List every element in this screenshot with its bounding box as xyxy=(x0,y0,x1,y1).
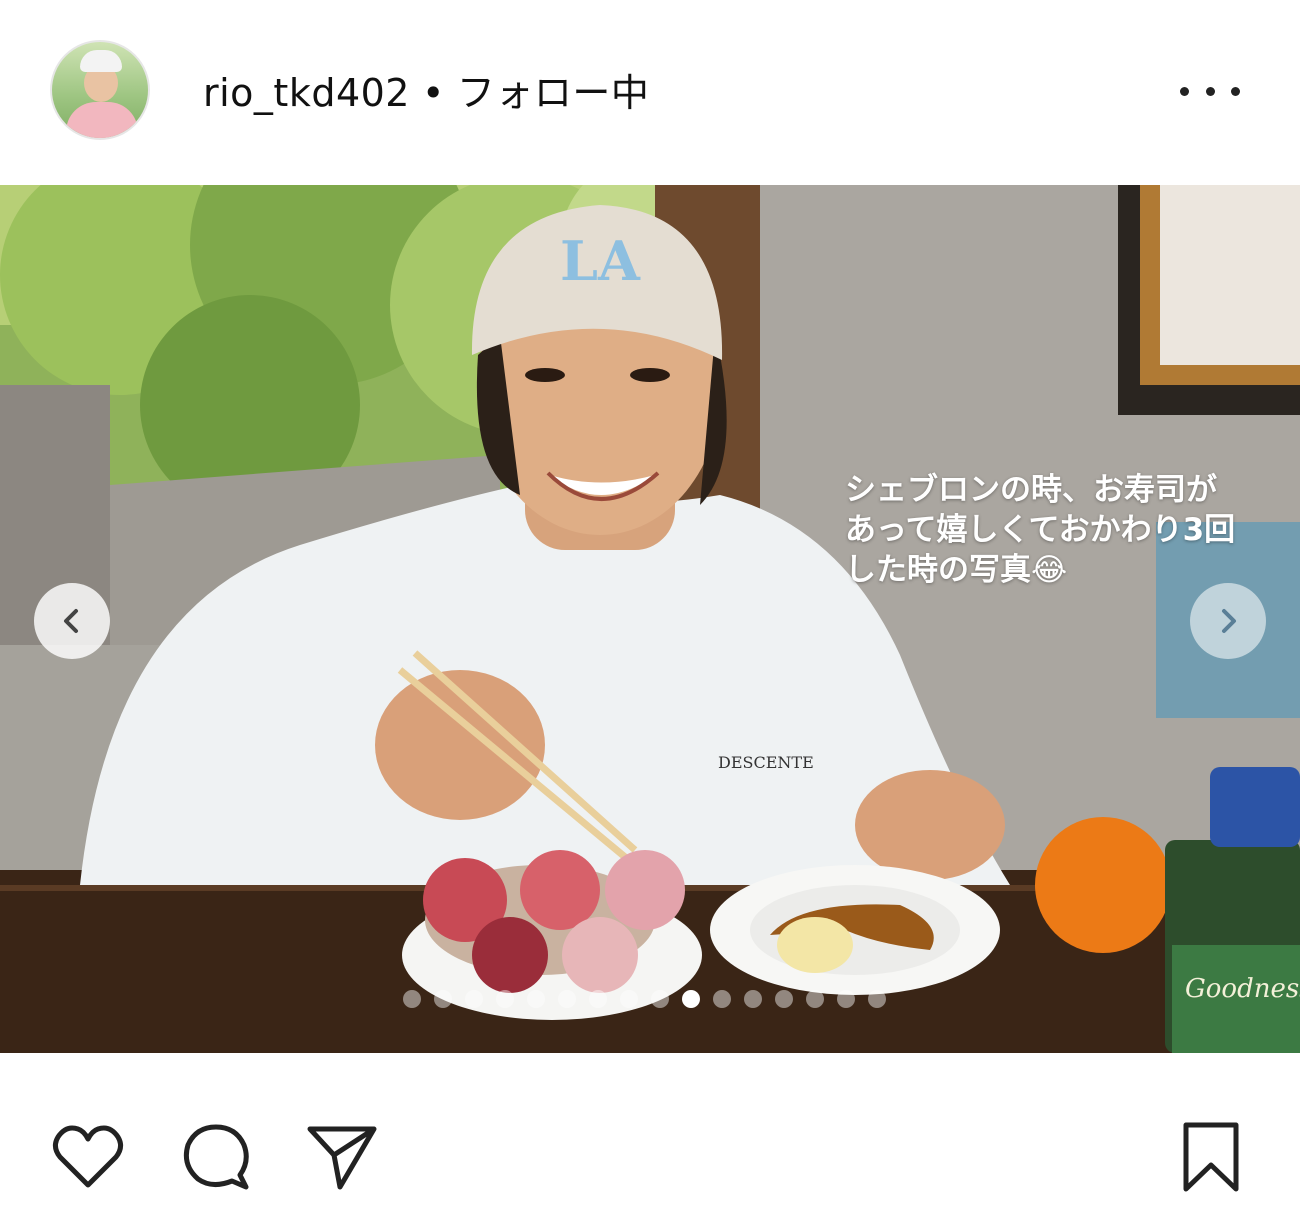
heart-icon xyxy=(52,1125,124,1188)
carousel-dot xyxy=(837,990,855,1008)
photo-caption: シェブロンの時、お寿司が あって嬉しくておかわり3回 した時の写真😂 xyxy=(845,472,1236,588)
carousel-dot xyxy=(558,990,576,1008)
avatar-cap xyxy=(80,50,122,72)
avatar-shirt xyxy=(66,102,138,138)
carousel-dot xyxy=(589,990,607,1008)
save-button[interactable] xyxy=(1172,1119,1248,1195)
carousel-dot xyxy=(806,990,824,1008)
carousel-indicator xyxy=(403,990,886,1008)
cap-logo: LA xyxy=(560,229,641,293)
chevron-left-icon xyxy=(64,609,78,633)
share-icon xyxy=(307,1126,377,1190)
avatar[interactable] xyxy=(50,40,150,140)
carousel-next-button[interactable] xyxy=(1190,583,1266,659)
comment-button[interactable] xyxy=(178,1119,254,1195)
carousel-dot-active xyxy=(682,990,700,1008)
bookmark-icon xyxy=(1183,1122,1239,1192)
like-button[interactable] xyxy=(50,1119,126,1195)
follow-status[interactable]: フォロー中 xyxy=(457,71,650,115)
carousel-dot xyxy=(620,990,638,1008)
carousel-prev-button[interactable] xyxy=(34,583,110,659)
username[interactable]: rio_tkd402 xyxy=(203,71,410,115)
bottle-label: Goodness xyxy=(1185,974,1300,1004)
carousel-dot xyxy=(651,990,669,1008)
shirt-brand: DESCENTE xyxy=(718,753,814,772)
header-text: rio_tkd402 • フォロー中 xyxy=(203,62,649,117)
carousel-dot xyxy=(403,990,421,1008)
post-header: rio_tkd402 • フォロー中 xyxy=(0,0,1300,185)
carousel-dot xyxy=(496,990,514,1008)
carousel-dot xyxy=(434,990,452,1008)
photo-scene: LA DESCENTE Goodness xyxy=(0,185,1300,1053)
carousel-dot xyxy=(465,990,483,1008)
post-photo[interactable]: LA DESCENTE Goodness xyxy=(0,185,1300,1053)
carousel-dot xyxy=(775,990,793,1008)
carousel-dot xyxy=(527,990,545,1008)
comment-icon xyxy=(183,1124,249,1190)
action-bar xyxy=(0,1053,1300,1213)
carousel-dot xyxy=(744,990,762,1008)
carousel-dot xyxy=(868,990,886,1008)
carousel-dot xyxy=(713,990,731,1008)
more-options-icon[interactable] xyxy=(1180,76,1240,106)
share-button[interactable] xyxy=(304,1119,380,1195)
chevron-right-icon xyxy=(1222,609,1236,633)
separator: • xyxy=(422,71,445,115)
